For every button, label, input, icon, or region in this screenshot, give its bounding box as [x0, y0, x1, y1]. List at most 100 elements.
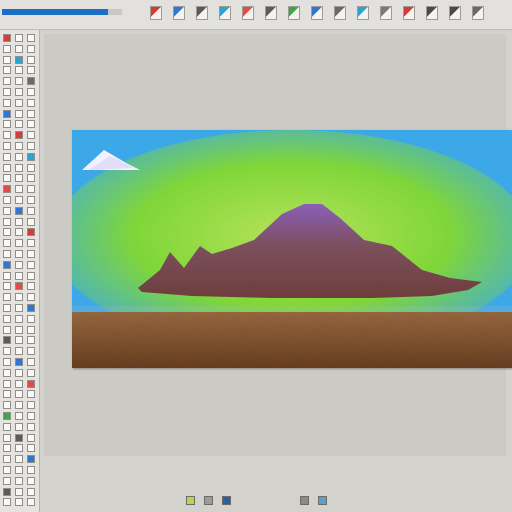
panel-tool-button[interactable] [15, 368, 23, 377]
panel-tool-button[interactable] [27, 196, 35, 204]
panel-tool-button[interactable] [27, 401, 35, 410]
panel-tool-button[interactable] [15, 55, 23, 64]
panel-tool-button[interactable] [3, 44, 11, 53]
panel-tool-button[interactable] [3, 304, 11, 312]
panel-tool-button[interactable] [3, 217, 11, 226]
layer-visible-icon[interactable] [186, 496, 195, 505]
fill-tool-button[interactable] [288, 6, 300, 20]
panel-tool-button[interactable] [3, 250, 11, 258]
zoom-tool-button[interactable] [357, 6, 369, 20]
panel-tool-button[interactable] [3, 239, 11, 248]
panel-tool-button[interactable] [27, 77, 35, 86]
panel-tool-button[interactable] [15, 347, 23, 356]
panel-tool-button[interactable] [3, 433, 11, 442]
panel-tool-button[interactable] [3, 174, 11, 183]
move-tool-button[interactable] [173, 6, 185, 20]
panel-tool-button[interactable] [27, 422, 35, 431]
panel-tool-button[interactable] [15, 422, 23, 431]
panel-tool-button[interactable] [27, 282, 35, 291]
lock-icon[interactable] [204, 496, 213, 505]
panel-tool-button[interactable] [15, 239, 23, 248]
panel-tool-button[interactable] [15, 304, 23, 312]
panel-tool-button[interactable] [27, 163, 35, 172]
panel-tool-button[interactable] [15, 98, 23, 107]
panel-tool-button[interactable] [3, 34, 11, 42]
panel-tool-button[interactable] [27, 358, 35, 366]
panel-tool-button[interactable] [3, 163, 11, 172]
panel-tool-button[interactable] [27, 444, 35, 453]
panel-tool-button[interactable] [27, 314, 35, 323]
panel-tool-button[interactable] [27, 239, 35, 248]
panel-tool-button[interactable] [27, 271, 35, 280]
panel-tool-button[interactable] [3, 98, 11, 107]
panel-tool-button[interactable] [27, 228, 35, 237]
panel-tool-button[interactable] [27, 66, 35, 75]
panel-tool-button[interactable] [3, 325, 11, 334]
panel-tool-button[interactable] [15, 401, 23, 410]
panel-tool-button[interactable] [27, 293, 35, 302]
panel-tool-button[interactable] [3, 444, 11, 453]
panel-tool-button[interactable] [15, 88, 23, 96]
brush-tool-button[interactable] [242, 6, 254, 20]
panel-tool-button[interactable] [3, 120, 11, 129]
panel-tool-button[interactable] [27, 260, 35, 269]
panel-tool-button[interactable] [15, 325, 23, 334]
panel-tool-button[interactable] [15, 228, 23, 237]
panel-tool-button[interactable] [3, 293, 11, 302]
panel-tool-button[interactable] [27, 390, 35, 399]
panel-tool-button[interactable] [27, 336, 35, 345]
panel-tool-button[interactable] [27, 412, 35, 420]
eraser-tool-button[interactable] [265, 6, 277, 20]
panel-tool-button[interactable] [3, 228, 11, 237]
panel-tool-button[interactable] [15, 131, 23, 140]
panel-tool-button[interactable] [3, 422, 11, 431]
panel-tool-button[interactable] [15, 358, 23, 366]
panel-tool-button[interactable] [3, 109, 11, 118]
panel-tool-button[interactable] [15, 250, 23, 258]
panel-tool-button[interactable] [15, 260, 23, 269]
panel-tool-button[interactable] [27, 217, 35, 226]
panel-tool-button[interactable] [3, 390, 11, 399]
panel-tool-button[interactable] [15, 174, 23, 183]
panel-tool-button[interactable] [15, 120, 23, 129]
panel-tool-button[interactable] [15, 152, 23, 161]
panel-tool-button[interactable] [27, 55, 35, 64]
panel-tool-button[interactable] [15, 66, 23, 75]
panel-tool-button[interactable] [27, 368, 35, 377]
layers-tool-button[interactable] [403, 6, 415, 20]
panel-tool-button[interactable] [3, 401, 11, 410]
panel-tool-button[interactable] [27, 206, 35, 215]
panel-tool-button[interactable] [3, 77, 11, 86]
panel-tool-button[interactable] [3, 412, 11, 420]
panel-tool-button[interactable] [3, 347, 11, 356]
panel-tool-button[interactable] [15, 336, 23, 345]
panel-tool-button[interactable] [27, 325, 35, 334]
panel-tool-button[interactable] [3, 142, 11, 150]
panel-tool-button[interactable] [27, 142, 35, 150]
panel-tool-button[interactable] [3, 368, 11, 377]
link-icon[interactable] [318, 496, 327, 505]
panel-tool-button[interactable] [3, 282, 11, 291]
crop-tool-button[interactable] [219, 6, 231, 20]
panel-tool-button[interactable] [15, 390, 23, 399]
panel-tool-button[interactable] [15, 412, 23, 420]
panel-tool-button[interactable] [3, 271, 11, 280]
panel-tool-button[interactable] [27, 304, 35, 312]
select-tool-button[interactable] [196, 6, 208, 20]
panel-tool-button[interactable] [3, 358, 11, 366]
redo-tool-button[interactable] [449, 6, 461, 20]
shape-tool-button[interactable] [334, 6, 346, 20]
panel-tool-button[interactable] [3, 336, 11, 345]
pointer-tool-button[interactable] [150, 6, 162, 20]
panel-tool-button[interactable] [27, 347, 35, 356]
panel-tool-button[interactable] [15, 444, 23, 453]
panel-tool-button[interactable] [3, 260, 11, 269]
panel-tool-button[interactable] [15, 433, 23, 442]
panel-tool-button[interactable] [15, 271, 23, 280]
panel-tool-button[interactable] [27, 109, 35, 118]
panel-tool-button[interactable] [27, 433, 35, 442]
panel-tool-button[interactable] [15, 34, 23, 42]
panel-tool-button[interactable] [27, 131, 35, 140]
panel-tool-button[interactable] [3, 185, 11, 194]
panel-tool-button[interactable] [3, 88, 11, 96]
